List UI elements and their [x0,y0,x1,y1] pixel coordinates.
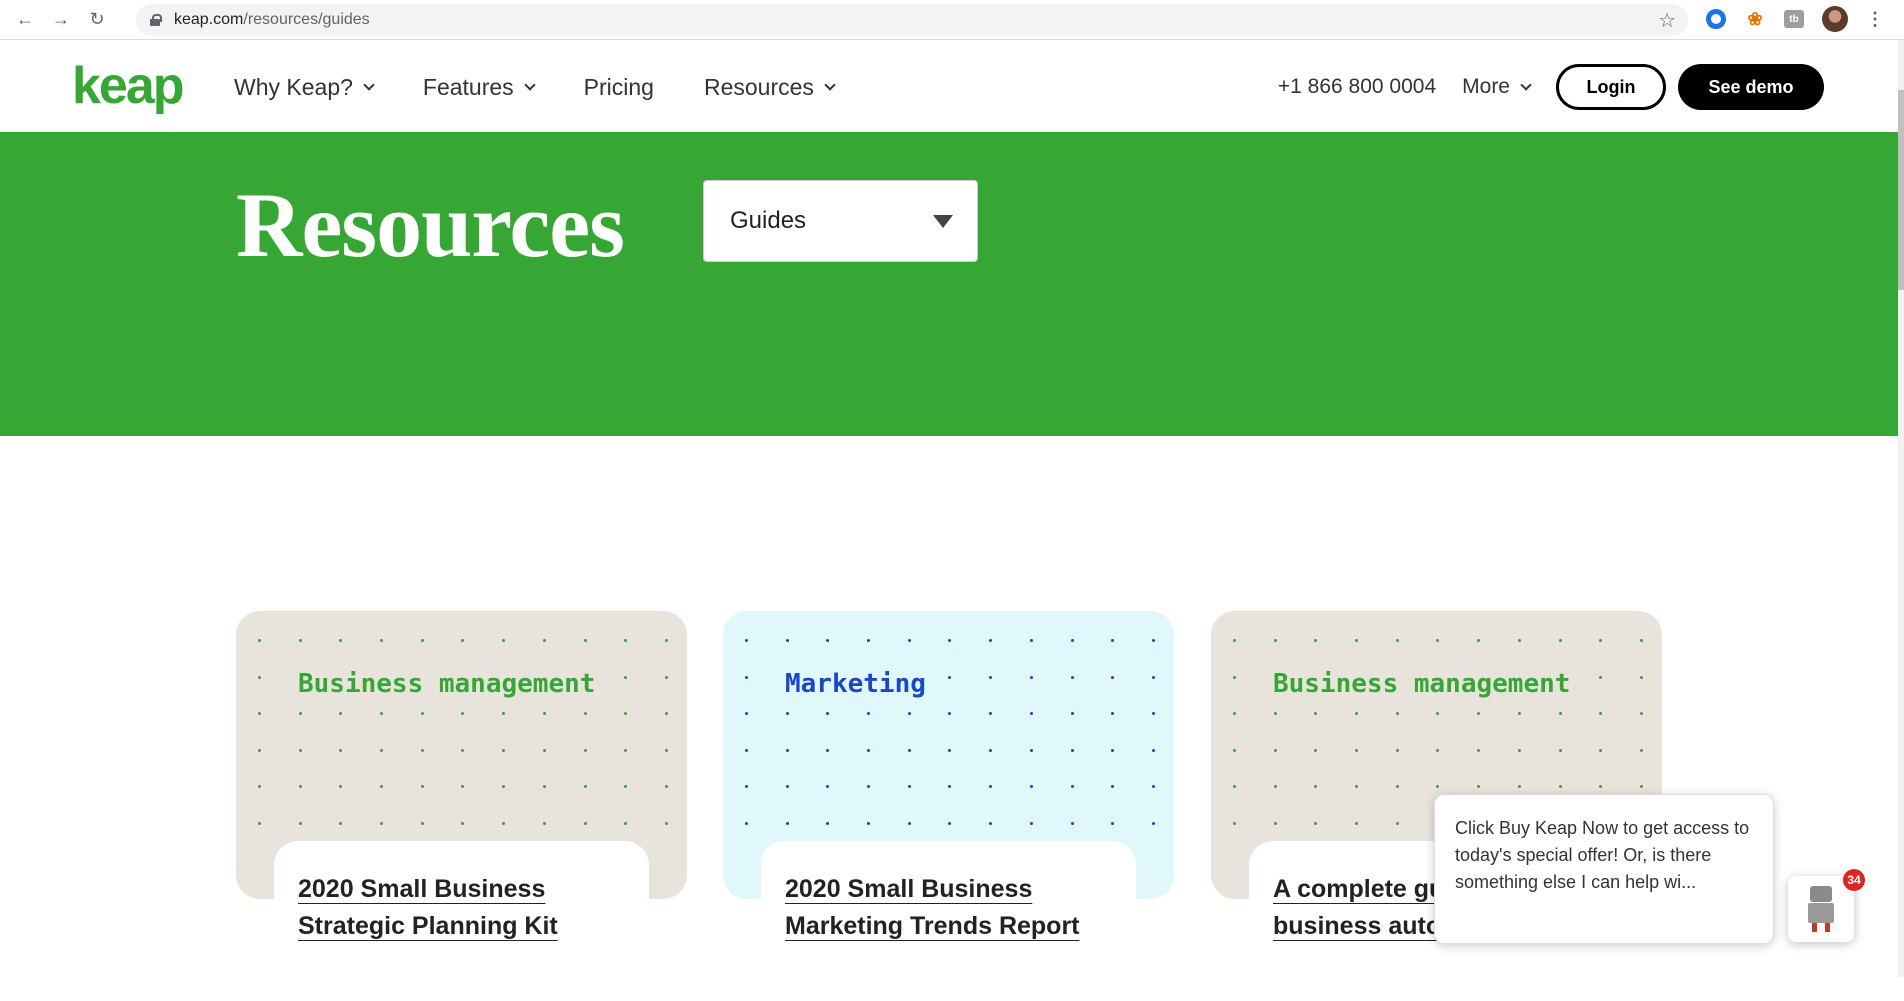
profile-avatar[interactable] [1822,6,1848,32]
nav-why-keap[interactable]: Why Keap? [234,74,375,101]
scroll-thumb[interactable] [1898,90,1904,290]
extension-ring-icon[interactable] [1706,9,1726,29]
browser-menu-icon[interactable]: ⋮ [1866,9,1884,30]
login-button[interactable]: Login [1556,64,1666,110]
lock-icon [150,14,162,26]
card-category-tag: Marketing [779,669,932,699]
url-path: /resources/guides [243,11,370,28]
site-header: keap Why Keap? Features Pricing Resource… [0,40,1904,132]
see-demo-button[interactable]: See demo [1678,64,1824,110]
resource-card[interactable]: Business management 2020 Small Business … [236,611,687,1001]
more-menu[interactable]: More [1462,75,1532,99]
nav-label: Pricing [583,74,654,100]
nav-label: Features [422,74,514,100]
resource-card[interactable]: Marketing 2020 Small Business Marketing … [723,611,1174,1001]
more-label: More [1462,75,1510,98]
extension-leaf-icon[interactable]: ❀ [1744,8,1766,30]
card-body: 2020 Small Business Strategic Planning K… [274,841,649,1001]
card-title[interactable]: 2020 Small Business Marketing Trends Rep… [785,871,1112,945]
card-category-tag: Business management [292,669,602,699]
card-body: 2020 Small Business Marketing Trends Rep… [761,841,1136,1001]
resource-type-select[interactable]: Guides [703,180,978,262]
chevron-down-icon [363,79,375,91]
keap-logo[interactable]: keap [72,60,185,112]
card-title[interactable]: 2020 Small Business Strategic Planning K… [298,871,625,945]
back-icon[interactable]: ← [14,9,36,31]
unread-count-badge: 34 [1843,869,1865,891]
chevron-down-icon [824,79,836,91]
phone-link[interactable]: +1 866 800 0004 [1278,75,1436,99]
header-actions: +1 866 800 0004 More Login See demo [1278,64,1824,110]
card-category-tag: Business management [1267,669,1577,699]
select-value: Guides [730,207,807,234]
extension-tb-icon[interactable]: tb [1784,10,1804,28]
nav-resources[interactable]: Resources [703,74,836,101]
chat-message-bubble[interactable]: Click Buy Keap Now to get access to toda… [1434,794,1774,944]
nav-label: Why Keap? [234,74,353,100]
nav-pricing[interactable]: Pricing [584,74,654,101]
url-host: keap.com [174,11,244,28]
address-bar[interactable]: keap.com/resources/guides ☆ [136,4,1688,36]
chevron-down-icon [1520,78,1532,91]
dropdown-arrow-icon [933,215,953,228]
hero-banner: Resources Guides [0,132,1904,436]
main-nav: Why Keap? Features Pricing Resources [234,74,836,101]
forward-icon[interactable]: → [50,9,72,31]
page-scrollbar[interactable] [1898,40,1904,977]
extensions-area: ❀ tb ⋮ [1706,6,1884,32]
bookmark-star-icon[interactable]: ☆ [1658,8,1676,33]
browser-toolbar: ← → ↻ keap.com/resources/guides ☆ ❀ tb ⋮ [0,0,1904,40]
robot-icon [1806,886,1836,932]
nav-features[interactable]: Features [422,74,536,101]
reload-icon[interactable]: ↻ [86,9,108,31]
page-title: Resources [236,174,625,276]
chevron-down-icon [524,79,536,91]
nav-label: Resources [703,74,814,100]
